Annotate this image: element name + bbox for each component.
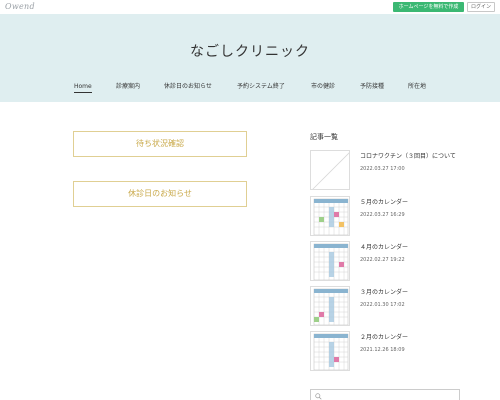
- site-title[interactable]: なごしクリニック: [0, 41, 500, 61]
- login-button[interactable]: ログイン: [467, 2, 495, 12]
- holiday-notice-button[interactable]: 休診日のお知らせ: [73, 181, 247, 207]
- article-date: 2022.03.27 16:29: [360, 212, 405, 218]
- article-date: 2022.03.27 17:00: [360, 166, 405, 172]
- article-date: 2021.12.26 18:09: [360, 347, 405, 353]
- article-item[interactable]: ２月のカレンダー 2021.12.26 18:09: [310, 331, 480, 371]
- article-date: 2022.02.27 19:22: [360, 257, 405, 263]
- nav-item-city-checkup[interactable]: 市の健診: [311, 82, 335, 92]
- nav-item-reservation-end[interactable]: 予約システム終了: [237, 82, 285, 92]
- article-title[interactable]: ５月のカレンダー: [360, 197, 408, 206]
- site-header: なごしクリニック Home 診療案内 休診日のお知らせ 予約システム終了 市の健…: [0, 14, 500, 102]
- wait-status-button[interactable]: 待ち状況確認: [73, 131, 247, 157]
- article-item[interactable]: コロナワクチン（３回目）について 2022.03.27 17:00: [310, 150, 480, 190]
- article-title[interactable]: ３月のカレンダー: [360, 287, 408, 296]
- article-thumbnail-calendar[interactable]: [310, 196, 350, 236]
- article-thumbnail-placeholder[interactable]: [310, 150, 350, 190]
- article-title[interactable]: ４月のカレンダー: [360, 242, 408, 251]
- nav-item-location[interactable]: 所在地: [408, 82, 426, 92]
- nav-item-home[interactable]: Home: [74, 82, 92, 93]
- article-thumbnail-calendar[interactable]: [310, 241, 350, 281]
- search-icon: [315, 393, 322, 400]
- article-title[interactable]: ２月のカレンダー: [360, 332, 408, 341]
- nav-item-vaccination[interactable]: 予防接種: [360, 82, 384, 92]
- top-bar: Owend ホームページを無料で作成 ログイン: [0, 0, 500, 14]
- service-logo[interactable]: Owend: [5, 2, 35, 11]
- article-item[interactable]: ３月のカレンダー 2022.01.30 17:02: [310, 286, 480, 326]
- article-date: 2022.01.30 17:02: [360, 302, 405, 308]
- search-input[interactable]: [310, 389, 460, 400]
- nav-item-holiday-notice[interactable]: 休診日のお知らせ: [164, 82, 212, 92]
- article-thumbnail-calendar[interactable]: [310, 286, 350, 326]
- main-nav: Home 診療案内 休診日のお知らせ 予約システム終了 市の健診 予防接種 所在…: [62, 82, 452, 96]
- article-title[interactable]: コロナワクチン（３回目）について: [360, 151, 456, 160]
- article-item[interactable]: ５月のカレンダー 2022.03.27 16:29: [310, 196, 480, 236]
- nav-item-clinic-info[interactable]: 診療案内: [116, 82, 140, 92]
- create-homepage-button[interactable]: ホームページを無料で作成: [393, 2, 464, 12]
- article-thumbnail-calendar[interactable]: [310, 331, 350, 371]
- article-item[interactable]: ４月のカレンダー 2022.02.27 19:22: [310, 241, 480, 281]
- sidebar-title: 記事一覧: [310, 133, 338, 141]
